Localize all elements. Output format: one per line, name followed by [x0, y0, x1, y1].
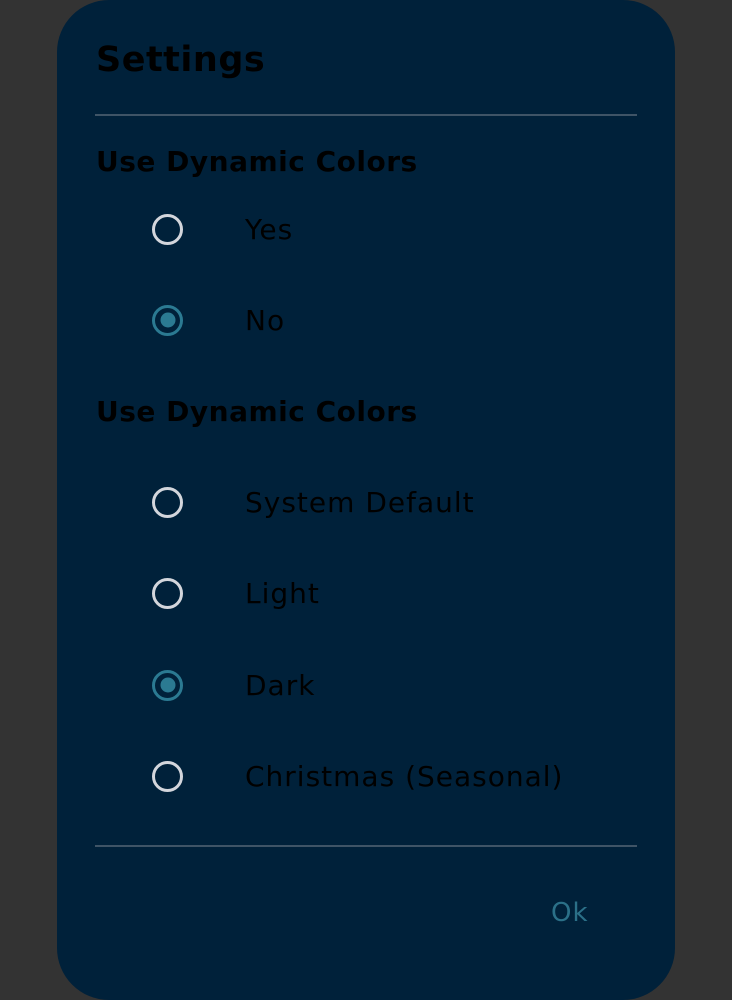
bottom-divider	[95, 845, 637, 847]
radio-button-selected[interactable]	[152, 304, 183, 336]
section-header-dynamic-colors: Use Dynamic Colors	[96, 145, 418, 178]
top-divider	[95, 114, 637, 116]
ok-button[interactable]: Ok	[551, 898, 589, 928]
option-label: No	[245, 303, 286, 337]
radio-button[interactable]	[152, 760, 183, 792]
radio-button[interactable]	[152, 577, 183, 609]
option-label: Christmas (Seasonal)	[245, 759, 564, 793]
radio-option-light[interactable]: Light	[147, 563, 627, 623]
settings-dialog: Settings Use Dynamic Colors Yes No Use D…	[57, 0, 675, 1000]
radio-option-system-default[interactable]: System Default	[147, 472, 627, 532]
option-label: Dark	[245, 668, 316, 702]
dialog-title: Settings	[96, 40, 266, 80]
radio-option-no[interactable]: No	[147, 290, 627, 350]
radio-button[interactable]	[152, 486, 183, 518]
option-label: Yes	[245, 212, 294, 246]
radio-button[interactable]	[152, 213, 183, 245]
radio-option-christmas[interactable]: Christmas (Seasonal)	[147, 746, 627, 806]
radio-option-yes[interactable]: Yes	[147, 199, 627, 259]
radio-button-selected[interactable]	[152, 669, 183, 701]
option-label: System Default	[245, 485, 475, 519]
radio-option-dark[interactable]: Dark	[147, 655, 627, 715]
section-header-theme: Use Dynamic Colors	[96, 395, 418, 428]
option-label: Light	[245, 576, 320, 610]
